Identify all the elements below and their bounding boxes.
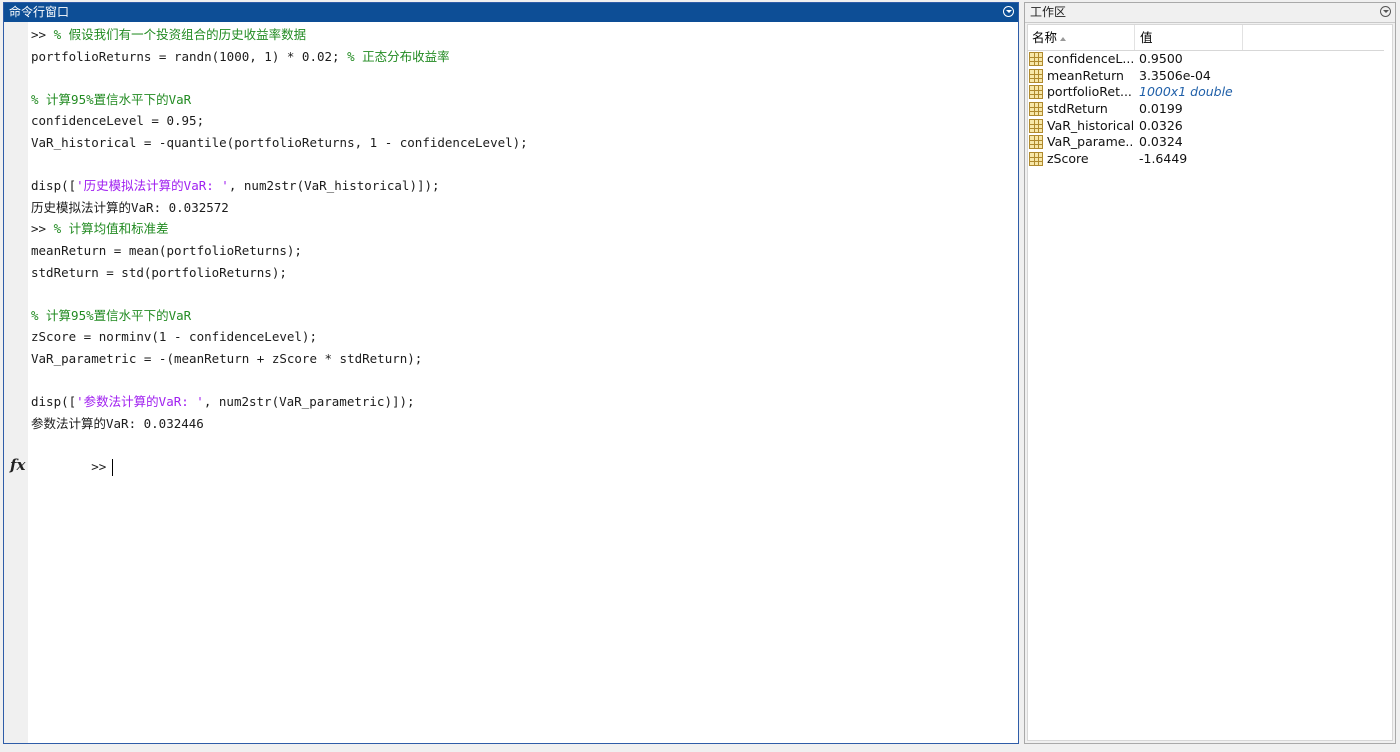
matrix-variable-icon — [1029, 52, 1043, 66]
command-window-menu-icon[interactable] — [1003, 6, 1014, 17]
variable-value: 0.9500 — [1139, 51, 1183, 66]
command-window-header: 命令行窗口 — [4, 3, 1018, 22]
code-string: '历史模拟法计算的VaR: ' — [76, 178, 229, 194]
command-window-title: 命令行窗口 — [9, 5, 70, 19]
workspace-variable-list: confidenceL... 0.9500 meanReturn 3.3506e-04… — [1028, 51, 1392, 168]
workspace-table[interactable]: 名称 值 confidenceL... 0.9500 meanReturn 3.350… — [1027, 24, 1393, 741]
text-cursor — [112, 458, 114, 476]
command-gutter: fx — [4, 22, 28, 743]
command-line: >> % 假设我们有一个投资组合的历史收益率数据 — [31, 24, 1014, 46]
matrix-variable-icon — [1029, 135, 1043, 150]
command-line: % 计算95%置信水平下的VaR — [31, 89, 1014, 111]
command-line — [31, 67, 1014, 89]
code-comment: % 计算95%置信水平下的VaR — [31, 91, 192, 107]
code-text: VaR_parametric = -(meanReturn + zScore *… — [31, 350, 423, 366]
workspace-scrollbar[interactable] — [1384, 25, 1392, 740]
variable-name: VaR_parame... — [1047, 134, 1133, 150]
fx-icon[interactable]: fx — [10, 456, 25, 474]
column-header-name-label: 名称 — [1032, 30, 1058, 45]
code-text: confidenceLevel = 0.95; — [31, 113, 205, 129]
workspace-variable-row[interactable]: confidenceL... 0.9500 — [1028, 51, 1392, 68]
command-line: zScore = norminv(1 - confidenceLevel); — [31, 326, 1014, 348]
code-text: >> — [31, 221, 54, 237]
code-text: , num2str(VaR_parametric)]); — [203, 394, 415, 410]
sort-ascending-icon — [1060, 36, 1067, 41]
workspace-variable-row[interactable]: VaR_historical 0.0326 — [1028, 118, 1392, 135]
matrix-variable-icon — [1029, 85, 1043, 100]
workspace-header: 工作区 — [1025, 3, 1395, 23]
matrix-variable-icon — [1029, 152, 1043, 167]
code-text: disp([ — [31, 394, 77, 410]
code-comment: % 计算95%置信水平下的VaR — [31, 307, 192, 323]
variable-name: VaR_historical — [1047, 117, 1133, 133]
code-comment: % 正态分布收益率 — [347, 48, 450, 64]
code-text: 历史模拟法计算的VaR: 0.032572 — [31, 199, 229, 215]
workspace-variable-row[interactable]: meanReturn 3.3506e-04 — [1028, 68, 1392, 85]
code-text: disp([ — [31, 178, 77, 194]
variable-name: confidenceL... — [1047, 51, 1133, 66]
code-comment: % 假设我们有一个投资组合的历史收益率数据 — [53, 27, 307, 42]
matrix-variable-icon — [1029, 102, 1043, 117]
variable-value: 1000x1 double — [1139, 84, 1233, 100]
code-text: , num2str(VaR_historical)]); — [228, 178, 440, 194]
command-line: meanReturn = mean(portfolioReturns); — [31, 240, 1014, 262]
variable-value: 0.0199 — [1139, 101, 1183, 117]
command-line: stdReturn = std(portfolioReturns); — [31, 262, 1014, 284]
column-header-value[interactable]: 值 — [1135, 25, 1243, 50]
matrix-variable-icon — [1029, 118, 1043, 133]
workspace-variable-row[interactable]: zScore -1.6449 — [1028, 151, 1392, 168]
code-string: '参数法计算的VaR: ' — [76, 394, 204, 410]
command-line: disp(['历史模拟法计算的VaR: ', num2str(VaR_histo… — [31, 175, 1014, 197]
code-text: portfolioReturns = randn(1000, 1) * 0.02… — [31, 48, 348, 64]
command-window-panel[interactable]: 命令行窗口 fx >> % 假设我们有一个投资组合的历史收益率数据 portfol… — [3, 2, 1019, 744]
variable-value: -1.6449 — [1139, 151, 1188, 167]
variable-value: 3.3506e-04 — [1139, 67, 1211, 83]
command-line: >> % 计算均值和标准差 — [31, 218, 1014, 240]
matlab-app: 命令行窗口 fx >> % 假设我们有一个投资组合的历史收益率数据 portfol… — [0, 0, 1400, 752]
variable-name: zScore — [1047, 151, 1089, 167]
command-prompt-line[interactable]: >> — [31, 434, 1014, 476]
command-line: % 计算95%置信水平下的VaR — [31, 305, 1014, 327]
command-prompt: >> — [91, 458, 107, 474]
variable-value: 0.0326 — [1139, 117, 1183, 133]
code-text: >> — [31, 27, 54, 42]
workspace-panel[interactable]: 工作区 名称 值 confidenceL... 0.9500 meanReturn 3… — [1024, 2, 1396, 744]
variable-name: portfolioRet... — [1047, 84, 1132, 100]
variable-name: meanReturn — [1047, 67, 1124, 83]
command-output[interactable]: >> % 假设我们有一个投资组合的历史收益率数据 portfolioReturns… — [31, 24, 1014, 743]
column-header-value-label: 值 — [1140, 30, 1153, 45]
command-line: disp(['参数法计算的VaR: ', num2str(VaR_paramet… — [31, 391, 1014, 413]
command-line: 参数法计算的VaR: 0.032446 — [31, 413, 1014, 435]
workspace-menu-icon[interactable] — [1380, 6, 1391, 17]
code-text: VaR_historical = -quantile(portfolioRetu… — [31, 134, 528, 150]
command-line — [31, 370, 1014, 392]
code-text: stdReturn = std(portfolioReturns); — [31, 264, 287, 280]
command-line: VaR_parametric = -(meanReturn + zScore *… — [31, 348, 1014, 370]
command-line: 历史模拟法计算的VaR: 0.032572 — [31, 197, 1014, 219]
variable-value: 0.0324 — [1139, 134, 1183, 150]
command-history: >> % 假设我们有一个投资组合的历史收益率数据 portfolioReturns… — [31, 24, 1014, 434]
workspace-title: 工作区 — [1030, 5, 1067, 19]
column-header-name[interactable]: 名称 — [1028, 25, 1135, 50]
command-line — [31, 154, 1014, 176]
command-line: VaR_historical = -quantile(portfolioRetu… — [31, 132, 1014, 154]
code-text: meanReturn = mean(portfolioReturns); — [31, 242, 302, 258]
matrix-variable-icon — [1029, 68, 1043, 83]
workspace-variable-row[interactable]: portfolioRet... 1000x1 double — [1028, 84, 1392, 101]
command-line: portfolioReturns = randn(1000, 1) * 0.02… — [31, 46, 1014, 68]
workspace-column-header: 名称 值 — [1028, 25, 1392, 51]
command-line — [31, 283, 1014, 305]
code-text: 参数法计算的VaR: 0.032446 — [31, 415, 204, 431]
variable-name: stdReturn — [1047, 101, 1108, 117]
command-line: confidenceLevel = 0.95; — [31, 110, 1014, 132]
workspace-variable-row[interactable]: stdReturn 0.0199 — [1028, 101, 1392, 118]
code-comment: % 计算均值和标准差 — [53, 221, 169, 237]
workspace-variable-row[interactable]: VaR_parame... 0.0324 — [1028, 134, 1392, 151]
code-text: zScore = norminv(1 - confidenceLevel); — [31, 329, 317, 345]
